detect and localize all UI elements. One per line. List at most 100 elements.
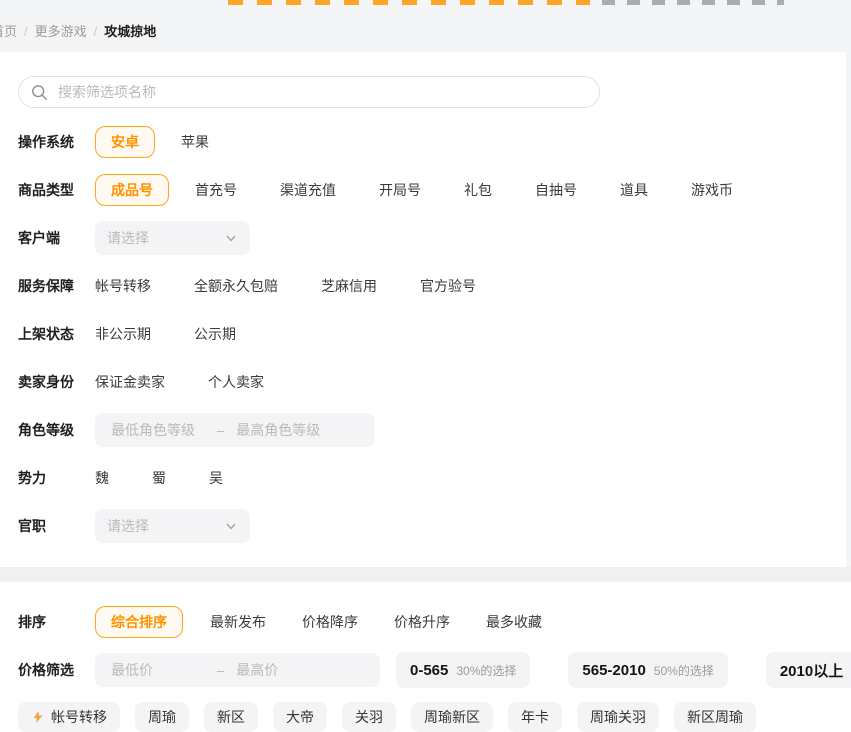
search-icon bbox=[31, 84, 48, 101]
filter-option[interactable]: 自抽号 bbox=[535, 180, 577, 200]
filter-option[interactable]: 非公示期 bbox=[95, 324, 151, 344]
hot-tag-label: 关羽 bbox=[355, 707, 383, 727]
sort-and-price-panel: 排序综合排序最新发布价格降序价格升序最多收藏 价格筛选–0-56530%的选择5… bbox=[0, 582, 851, 732]
filter-label: 服务保障 bbox=[18, 276, 95, 296]
filter-option[interactable]: 价格升序 bbox=[394, 612, 450, 632]
filter-option[interactable]: 道具 bbox=[620, 180, 648, 200]
sort-label: 排序 bbox=[18, 612, 95, 632]
filter-option[interactable]: 吴 bbox=[209, 468, 223, 488]
filter-row: 卖家身份保证金卖家 个人卖家 bbox=[0, 358, 846, 406]
price-range-button[interactable]: 0-56530%的选择 bbox=[396, 652, 530, 688]
filter-option[interactable]: 公示期 bbox=[194, 324, 236, 344]
min-input[interactable] bbox=[109, 661, 217, 679]
hot-tag[interactable]: 大帝 bbox=[273, 702, 327, 732]
breadcrumb-item: 攻城掠地 bbox=[104, 24, 156, 39]
filter-option[interactable]: 保证金卖家 bbox=[95, 372, 165, 392]
filter-option[interactable]: 首充号 bbox=[195, 180, 237, 200]
hot-tag-label: 年卡 bbox=[521, 707, 549, 727]
breadcrumb-item[interactable]: 首页 bbox=[0, 24, 17, 39]
hot-tag-label: 新区周瑜 bbox=[687, 707, 743, 727]
top-bar: 首页 / 更多游戏 / 攻城掠地 bbox=[0, 0, 851, 52]
hot-tag-label: 周瑜关羽 bbox=[590, 707, 646, 727]
filter-option[interactable]: 最新发布 bbox=[210, 612, 266, 632]
section-divider bbox=[0, 567, 851, 582]
filter-row: 角色等级– bbox=[0, 406, 846, 454]
filter-options: 帐号转移 全额永久包赔 芝麻信用 官方验号 bbox=[95, 276, 519, 296]
page-right-margin bbox=[846, 52, 851, 567]
filter-row: 商品类型成品号 首充号 渠道充值 开局号 礼包 自抽号 道具 游戏币 bbox=[0, 166, 846, 214]
filter-options: 请选择 bbox=[95, 509, 250, 543]
filter-option[interactable]: 价格降序 bbox=[302, 612, 358, 632]
filter-options: 魏蜀吴 bbox=[95, 468, 266, 488]
price-range-input: – bbox=[95, 653, 380, 687]
filter-option[interactable]: 最多收藏 bbox=[486, 612, 542, 632]
filter-row: 服务保障帐号转移 全额永久包赔 芝麻信用 官方验号 bbox=[0, 262, 846, 310]
filter-label: 势力 bbox=[18, 468, 95, 488]
filter-label: 操作系统 bbox=[18, 132, 95, 152]
price-range-value: 565-2010 bbox=[582, 662, 645, 679]
filter-option-selected[interactable]: 安卓 bbox=[95, 126, 155, 158]
filter-options: 安卓 苹果 bbox=[95, 126, 252, 158]
hot-tag[interactable]: 新区 bbox=[204, 702, 258, 732]
filter-option[interactable]: 帐号转移 bbox=[95, 276, 151, 296]
hot-tag-label: 周瑜新区 bbox=[424, 707, 480, 727]
filter-label: 商品类型 bbox=[18, 180, 95, 200]
filter-option[interactable]: 蜀 bbox=[152, 468, 166, 488]
filter-option[interactable]: 苹果 bbox=[181, 132, 209, 152]
hot-tag[interactable]: 帐号转移 bbox=[18, 702, 120, 732]
filter-label: 角色等级 bbox=[18, 420, 95, 440]
hot-tag[interactable]: 关羽 bbox=[342, 702, 396, 732]
filter-rows: 操作系统安卓苹果商品类型成品号首充号渠道充值开局号礼包自抽号道具游戏币客户端请选… bbox=[0, 118, 846, 550]
filter-option[interactable]: 个人卖家 bbox=[208, 372, 264, 392]
filter-label: 客户端 bbox=[18, 228, 95, 248]
breadcrumb-separator: / bbox=[94, 24, 98, 39]
filter-options: 非公示期 公示期 bbox=[95, 324, 279, 344]
range-dash: – bbox=[217, 663, 224, 678]
breadcrumb-separator: / bbox=[24, 24, 28, 39]
price-range-value: 2010以上 bbox=[780, 660, 843, 681]
select-placeholder: 请选择 bbox=[107, 516, 149, 536]
hot-tag[interactable]: 周瑜 bbox=[135, 702, 189, 732]
hot-tag[interactable]: 周瑜关羽 bbox=[577, 702, 659, 732]
filter-option-selected[interactable]: 成品号 bbox=[95, 174, 169, 206]
min-input[interactable] bbox=[109, 421, 217, 439]
search-input[interactable] bbox=[56, 83, 599, 101]
max-input[interactable] bbox=[234, 421, 361, 439]
chevron-down-icon bbox=[224, 519, 238, 533]
rank-select[interactable]: 请选择 bbox=[95, 509, 250, 543]
chevron-down-icon bbox=[224, 231, 238, 245]
filter-options: – bbox=[95, 413, 375, 447]
hot-tag[interactable]: 年卡 bbox=[508, 702, 562, 732]
hot-tag[interactable]: 新区周瑜 bbox=[674, 702, 756, 732]
hot-tag-label: 帐号转移 bbox=[51, 707, 107, 727]
filter-option[interactable]: 开局号 bbox=[379, 180, 421, 200]
filter-row: 官职请选择 bbox=[0, 502, 846, 550]
filter-row: 势力魏 蜀 吴 bbox=[0, 454, 846, 502]
lightning-icon bbox=[31, 710, 45, 724]
hot-tag[interactable]: 周瑜新区 bbox=[411, 702, 493, 732]
price-range-button[interactable]: 565-2010 50%的选择 bbox=[568, 652, 727, 688]
filter-option[interactable]: 魏 bbox=[95, 468, 109, 488]
select-placeholder: 请选择 bbox=[107, 228, 149, 248]
filter-label: 卖家身份 bbox=[18, 372, 95, 392]
price-range-share: 50%的选择 bbox=[654, 662, 714, 679]
max-input[interactable] bbox=[234, 661, 366, 679]
client-select[interactable]: 请选择 bbox=[95, 221, 250, 255]
breadcrumb-item[interactable]: 更多游戏 bbox=[35, 24, 87, 39]
filter-option[interactable]: 官方验号 bbox=[420, 276, 476, 296]
price-range-button[interactable]: 2010以上20%的选择 bbox=[766, 652, 851, 688]
filter-row: 操作系统安卓 苹果 bbox=[0, 118, 846, 166]
clipped-top-text-gray bbox=[602, 0, 784, 5]
filter-options: 保证金卖家 个人卖家 bbox=[95, 372, 307, 392]
filter-option[interactable]: 全额永久包赔 bbox=[194, 276, 278, 296]
price-filter-row: 价格筛选–0-56530%的选择565-201050%的选择2010以上20%的… bbox=[0, 646, 851, 694]
filter-option[interactable]: 芝麻信用 bbox=[321, 276, 377, 296]
filter-option-selected[interactable]: 综合排序 bbox=[95, 606, 183, 638]
hot-tag-label: 周瑜 bbox=[148, 707, 176, 727]
level-range-input: – bbox=[95, 413, 375, 447]
filter-option[interactable]: 游戏币 bbox=[691, 180, 733, 200]
filter-option[interactable]: 渠道充值 bbox=[280, 180, 336, 200]
hot-tag-label: 大帝 bbox=[286, 707, 314, 727]
search-box[interactable] bbox=[18, 76, 600, 108]
filter-option[interactable]: 礼包 bbox=[464, 180, 492, 200]
